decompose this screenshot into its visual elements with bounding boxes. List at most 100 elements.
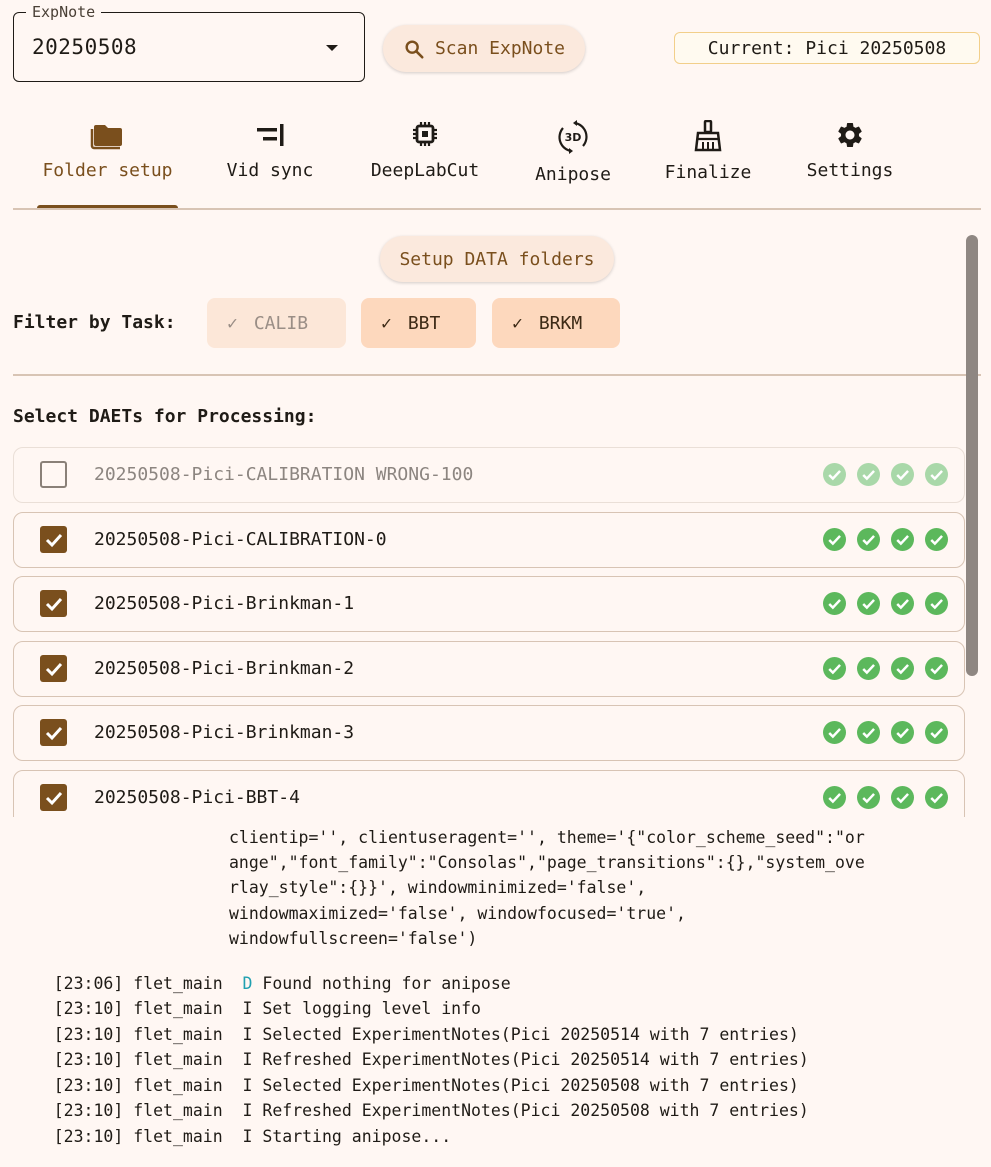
broom-icon [694, 120, 722, 152]
tab-anipose[interactable]: 3D Anipose [522, 112, 624, 208]
daet-row[interactable]: 20250508-Pici-CALIBRATION WRONG-100 [13, 447, 965, 503]
check-icon [45, 726, 62, 740]
check-circle-icon [823, 721, 846, 744]
filter-label: Filter by Task: [13, 312, 176, 333]
search-icon [405, 39, 424, 59]
check-icon [45, 791, 62, 805]
tab-settings[interactable]: Settings [797, 112, 903, 208]
scrollbar-thumb[interactable] [966, 235, 978, 676]
expnote-value: 20250508 [32, 35, 138, 59]
check-circle-icon [823, 528, 846, 551]
filter-chip-calib[interactable]: ✓ CALIB [207, 298, 346, 348]
daet-row[interactable]: 20250508-Pici-Brinkman-3 [13, 705, 965, 761]
checkbox[interactable] [40, 526, 67, 553]
check-circle-icon [857, 721, 880, 744]
check-circle-icon [857, 528, 880, 551]
tab-label: Settings [806, 160, 894, 181]
chip-label: BRKM [538, 312, 583, 334]
chip-label: BBT [407, 312, 441, 334]
status-icons [823, 528, 948, 551]
log-continuation: ange","font_family":"Consolas","page_tra… [229, 853, 865, 872]
log-line: [23:10] flet_main I Starting anipose... [14, 1108, 451, 1165]
check-circle-icon [891, 592, 914, 615]
status-icons [823, 657, 948, 680]
log-message: Starting anipose... [262, 1127, 452, 1146]
daet-name: 20250508-Pici-Brinkman-3 [94, 722, 355, 743]
current-expnote-text: Current: Pici 20250508 [707, 37, 947, 59]
tab-finalize[interactable]: Finalize [655, 112, 761, 208]
check-circle-icon [857, 786, 880, 809]
check-circle-icon [857, 592, 880, 615]
check-circle-icon [891, 528, 914, 551]
status-icons [823, 463, 948, 486]
check-circle-icon [925, 592, 948, 615]
check-icon [45, 662, 62, 676]
daet-name: 20250508-Pici-Brinkman-2 [94, 658, 355, 679]
scan-expnote-label: Scan ExpNote [434, 38, 566, 59]
tab-deeplabcut[interactable]: DeepLabCut [364, 112, 486, 208]
check-circle-icon [823, 463, 846, 486]
check-circle-icon [823, 786, 846, 809]
tab-bar: Folder setup Vid sync DeepLabCut 3D Anip… [13, 112, 981, 210]
check-circle-icon [857, 463, 880, 486]
section-divider [13, 374, 981, 376]
check-icon: ✓ [381, 312, 392, 334]
tab-vid-sync[interactable]: Vid sync [210, 112, 330, 208]
log-panel: clientip='', clientuseragent='', theme='… [0, 826, 991, 1167]
check-icon [45, 597, 62, 611]
daet-list: 20250508-Pici-CALIBRATION WRONG-100 2025… [0, 440, 991, 817]
rotate-3d-icon: 3D [558, 120, 588, 154]
daet-row[interactable]: 20250508-Pici-Brinkman-2 [13, 641, 965, 697]
check-circle-icon [857, 657, 880, 680]
daet-name: 20250508-Pici-Brinkman-1 [94, 593, 355, 614]
daet-row[interactable]: 20250508-Pici-CALIBRATION-0 [13, 512, 965, 568]
check-circle-icon [891, 463, 914, 486]
tab-label: DeepLabCut [370, 160, 480, 181]
daet-name: 20250508-Pici-CALIBRATION-0 [94, 529, 387, 550]
tab-label: Vid sync [226, 160, 314, 181]
checkbox[interactable] [40, 461, 67, 488]
checkbox[interactable] [40, 784, 67, 811]
daet-name: 20250508-Pici-BBT-4 [94, 787, 300, 808]
check-circle-icon [925, 721, 948, 744]
expnote-dropdown[interactable]: ExpNote 20250508 [13, 3, 365, 82]
daet-row[interactable]: 20250508-Pici-BBT-4 [13, 770, 965, 817]
check-circle-icon [891, 786, 914, 809]
gear-icon [838, 122, 862, 147]
folder-icon [90, 125, 122, 150]
checkbox[interactable] [40, 719, 67, 746]
daet-row[interactable]: 20250508-Pici-Brinkman-1 [13, 576, 965, 632]
current-expnote-badge: Current: Pici 20250508 [674, 32, 980, 64]
filter-chip-brkm[interactable]: ✓ BRKM [492, 298, 620, 348]
checkbox[interactable] [40, 655, 67, 682]
check-circle-icon [823, 657, 846, 680]
chevron-down-icon[interactable] [326, 45, 338, 51]
check-circle-icon [925, 463, 948, 486]
tab-label: Folder setup [42, 160, 173, 181]
status-icons [823, 721, 948, 744]
log-continuation: windowfullscreen='false') [229, 929, 478, 948]
check-icon [45, 533, 62, 547]
setup-data-folders-button[interactable]: Setup DATA folders [380, 236, 614, 282]
log-continuation: rlay_style":{}}', windowminimized='false… [229, 878, 647, 897]
log-time: [23:10] [53, 1127, 124, 1146]
chip-icon [413, 122, 437, 146]
tabs-divider [13, 208, 981, 210]
chip-label: CALIB [253, 312, 309, 334]
svg-text:3D: 3D [565, 131, 582, 144]
log-level: I [242, 1127, 253, 1146]
expnote-label: ExpNote [26, 3, 102, 21]
check-circle-icon [891, 657, 914, 680]
status-icons [823, 592, 948, 615]
log-continuation: windowmaximized='false', windowfocused='… [229, 904, 686, 923]
checkbox[interactable] [40, 590, 67, 617]
check-circle-icon [925, 786, 948, 809]
check-circle-icon [925, 528, 948, 551]
check-icon: ✓ [227, 312, 238, 334]
tab-folder-setup[interactable]: Folder setup [37, 112, 178, 208]
tab-label: Finalize [664, 162, 752, 183]
status-icons [823, 786, 948, 809]
filter-chip-bbt[interactable]: ✓ BBT [361, 298, 476, 348]
check-icon: ✓ [512, 312, 523, 334]
scan-expnote-button[interactable]: Scan ExpNote [383, 25, 585, 72]
